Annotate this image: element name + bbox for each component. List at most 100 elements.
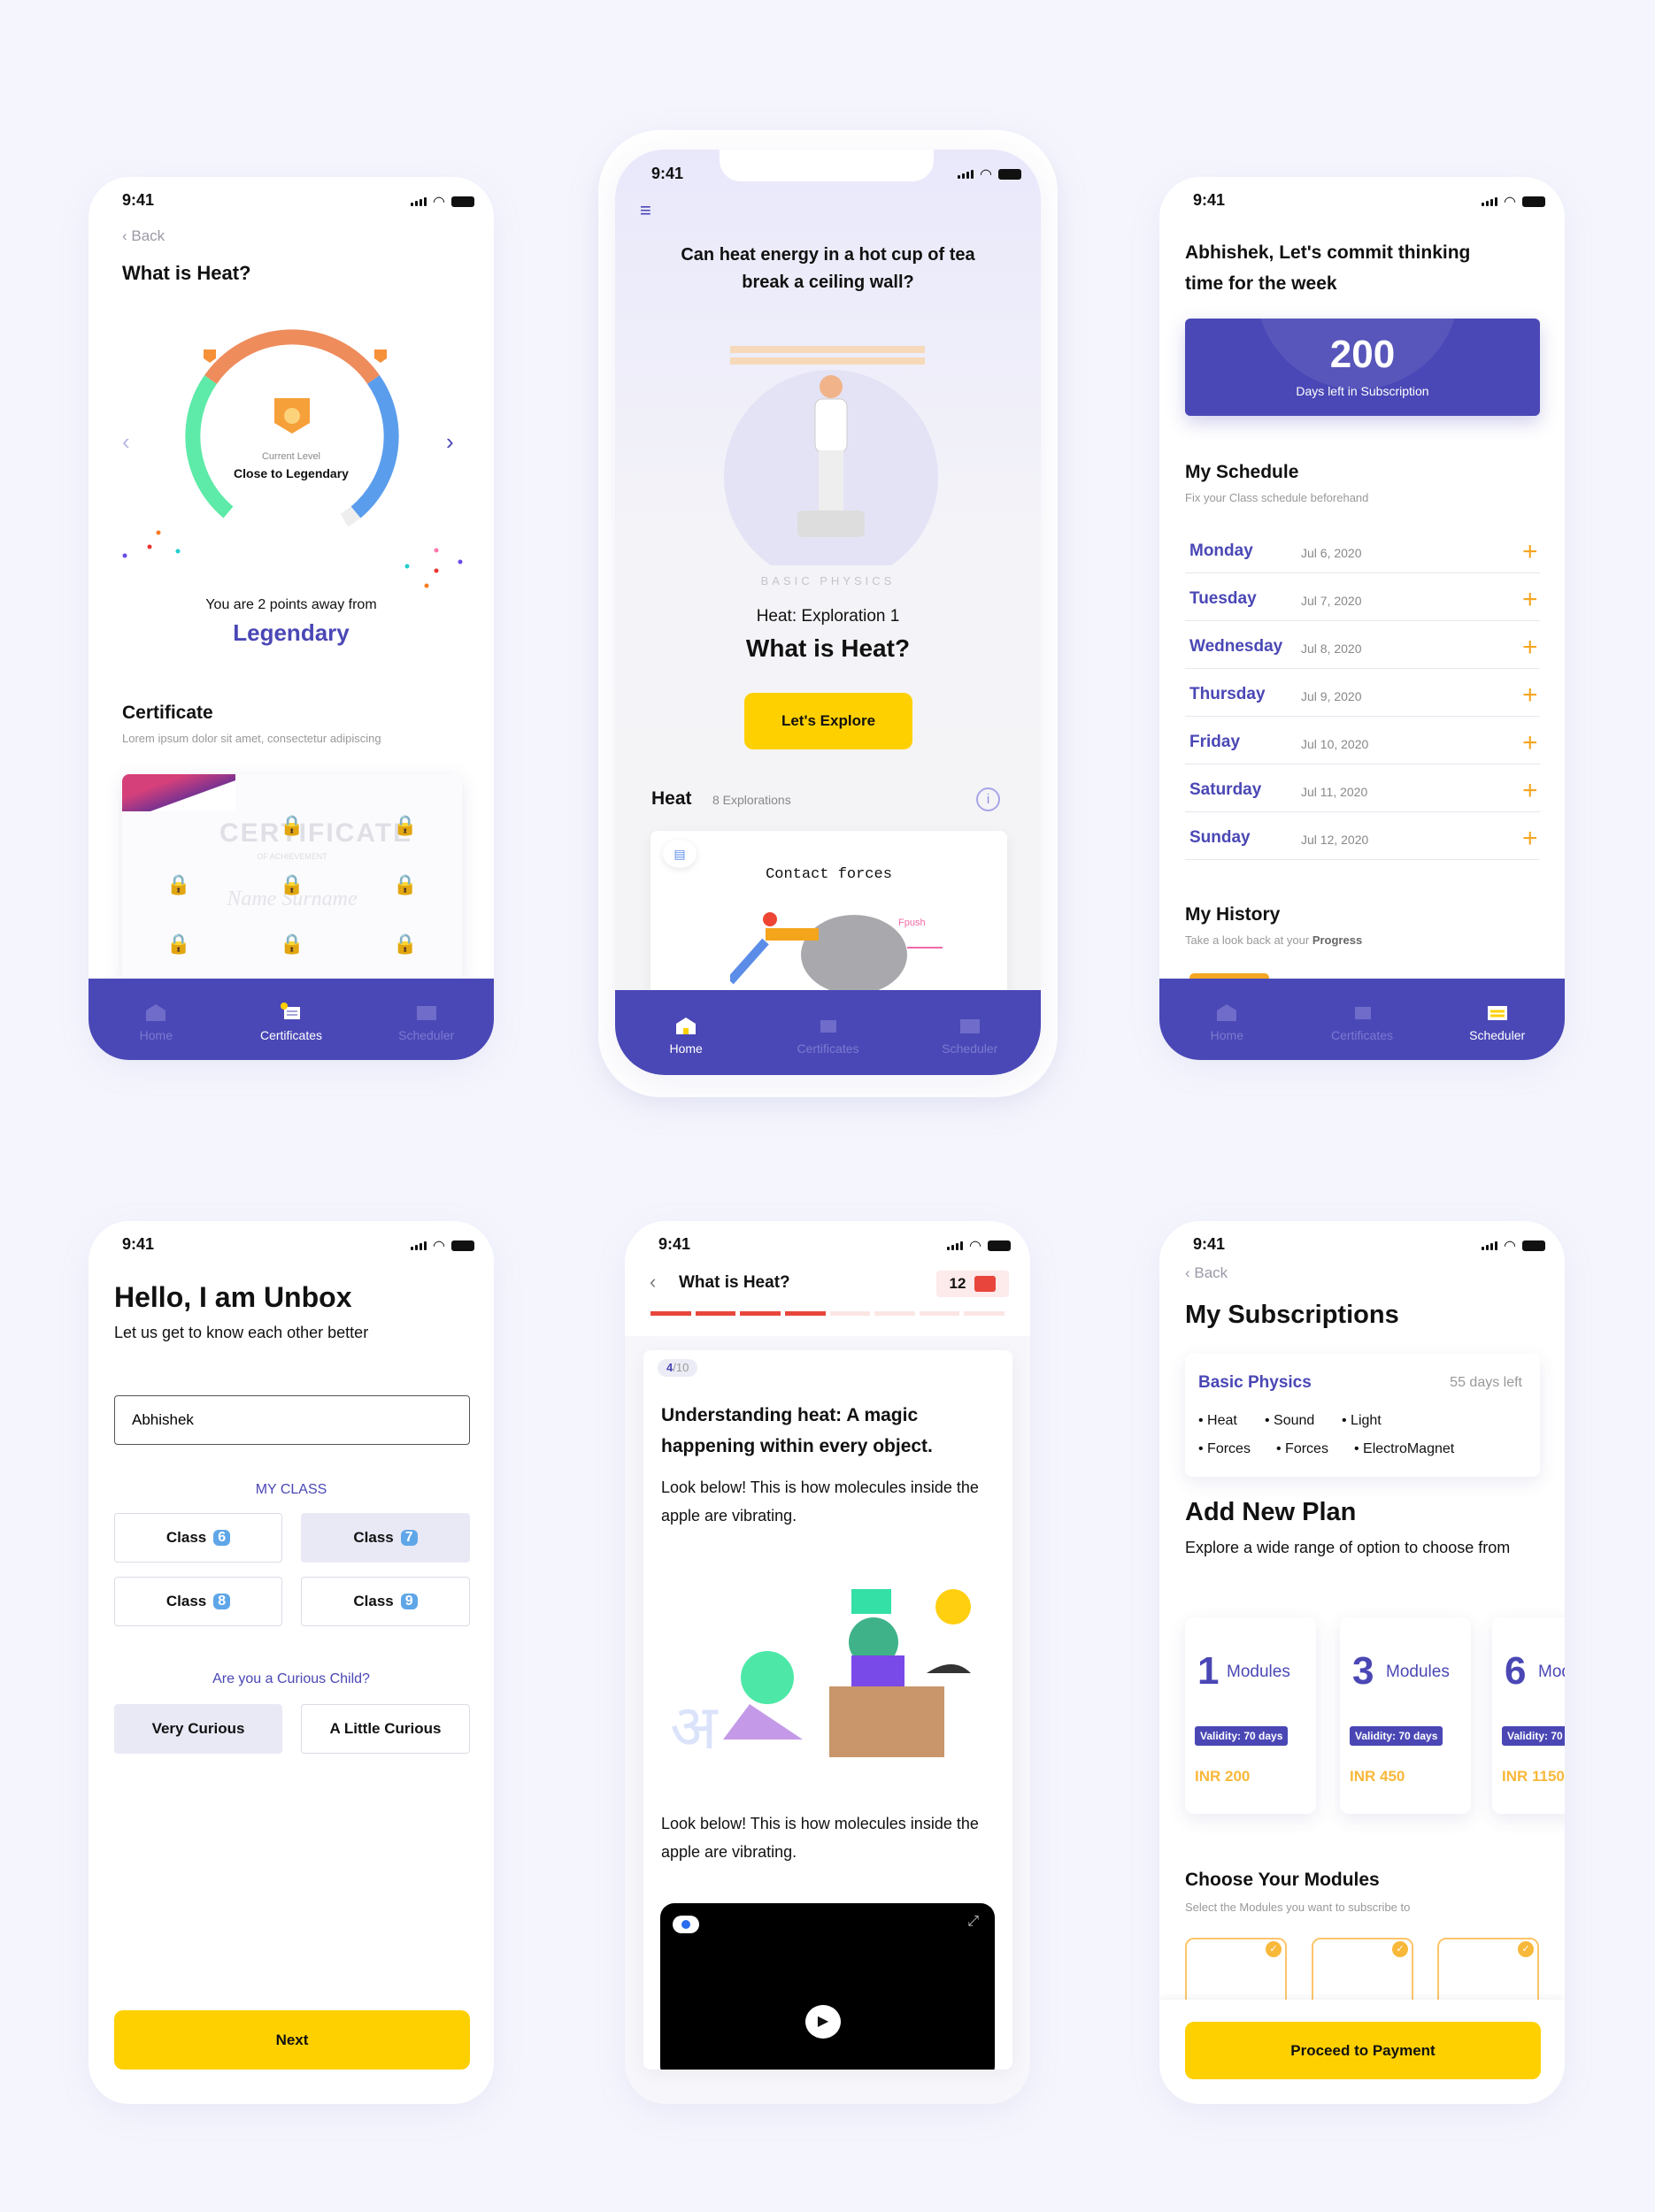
topic: • Heat: [1198, 1413, 1237, 1428]
tab-home[interactable]: Home: [624, 1015, 748, 1056]
plan-option[interactable]: 1 Modules Validity: 70 days INR 200: [1185, 1617, 1316, 1814]
record-toggle[interactable]: [673, 1916, 699, 1933]
day-name: Monday: [1189, 541, 1253, 560]
plan-option[interactable]: 6 Modules Validity: 70 days INR 1150: [1492, 1617, 1565, 1814]
exploration-label: Heat: Exploration 1: [756, 607, 900, 626]
module-tile[interactable]: ✓: [1312, 1938, 1413, 2008]
history-title: My History: [1185, 904, 1281, 925]
add-icon[interactable]: +: [1522, 634, 1538, 661]
proceed-to-payment-button[interactable]: Proceed to Payment: [1185, 2022, 1541, 2079]
topic: • ElectroMagnet: [1354, 1441, 1455, 1456]
certificate-icon: [1354, 1007, 1371, 1019]
tab-scheduler[interactable]: Scheduler: [908, 1015, 1032, 1056]
history-subtitle: Take a look back at your Progress: [1185, 933, 1363, 947]
next-button[interactable]: Next: [114, 2010, 470, 2070]
tab-certificates[interactable]: Certificates: [766, 1015, 889, 1056]
module-tile[interactable]: ✓: [1437, 1938, 1539, 2008]
plan-name: Basic Physics: [1198, 1373, 1312, 1392]
video-player[interactable]: ⤢ ▶: [660, 1903, 995, 2070]
wifi-icon: ◠: [1504, 195, 1516, 210]
status-time: 9:41: [651, 165, 684, 182]
tab-home[interactable]: Home: [94, 1002, 218, 1042]
battery-icon: [1522, 196, 1545, 207]
modules-title: Choose Your Modules: [1185, 1870, 1380, 1890]
day-date: Jul 6, 2020: [1301, 546, 1362, 560]
lock-icon: 🔒: [280, 932, 304, 955]
worksheet-icon: ▤: [663, 840, 697, 868]
next-level: Legendary: [233, 619, 350, 646]
plan-option[interactable]: 3 Modules Validity: 70 days INR 450: [1340, 1617, 1471, 1814]
home-screen: 9:41 ◠ ≡ Can heat energy in a hot cup of…: [615, 150, 1041, 1075]
progress-segment: [740, 1311, 781, 1316]
coins-badge[interactable]: 12: [936, 1271, 1009, 1297]
days-left-count: 200: [1329, 333, 1396, 376]
info-icon[interactable]: i: [976, 787, 1000, 811]
back-button[interactable]: ‹ Back: [1185, 1264, 1228, 1282]
progress-segment: [964, 1311, 1005, 1316]
plan-price: INR 1150: [1502, 1768, 1565, 1785]
tab-home[interactable]: Home: [1165, 1002, 1289, 1042]
wifi-icon: ◠: [1504, 1239, 1516, 1254]
plan-unit: Modules: [1538, 1663, 1565, 1681]
exploration-card[interactable]: ▤ Contact forces Fpush: [650, 831, 1007, 1008]
tab-label: Home: [669, 1041, 703, 1056]
tab-scheduler[interactable]: Scheduler: [365, 1002, 489, 1042]
fullscreen-icon[interactable]: ⤢: [967, 1914, 979, 1930]
gauge-arc-orange: [204, 329, 380, 384]
name-input[interactable]: [114, 1395, 470, 1445]
tab-bar: Home Certificates Scheduler: [89, 979, 494, 1060]
class-option-7[interactable]: Class 7: [301, 1513, 470, 1563]
class-option-6[interactable]: Class 6: [114, 1513, 282, 1563]
add-icon[interactable]: +: [1522, 539, 1538, 565]
tab-scheduler[interactable]: Scheduler: [1436, 1002, 1559, 1042]
explore-button[interactable]: Let's Explore: [744, 693, 912, 749]
menu-icon[interactable]: ≡: [640, 201, 661, 220]
tab-label: Certificates: [259, 1028, 322, 1042]
question-text: Can heat energy in a hot cup of tea brea…: [681, 245, 975, 292]
module-tile[interactable]: ✓: [1185, 1938, 1287, 2008]
day-name: Wednesday: [1189, 637, 1283, 656]
day-name: Friday: [1189, 733, 1241, 751]
tab-certificates[interactable]: Certificates: [1300, 1002, 1424, 1042]
lock-icon: 🔒: [393, 814, 418, 837]
status-icons: ◠: [1482, 193, 1545, 211]
play-icon[interactable]: ▶: [805, 2005, 841, 2039]
day-date: Jul 9, 2020: [1301, 689, 1362, 703]
tab-certificates[interactable]: Certificates: [229, 1002, 353, 1042]
very-curious-option[interactable]: Very Curious: [114, 1704, 282, 1754]
certificate-icon: [280, 1002, 300, 1019]
check-icon: ✓: [1518, 1941, 1534, 1957]
day-name: Tuesday: [1189, 589, 1257, 608]
gauge-arc-blue: [350, 375, 399, 518]
add-icon[interactable]: +: [1522, 730, 1538, 757]
status-time: 9:41: [1193, 1235, 1226, 1253]
lock-icon: 🔒: [166, 872, 191, 895]
certificate-card[interactable]: CERTIFICATE OF ACHIEVEMENT Name Surname …: [122, 774, 462, 987]
lock-grid: 🔒 🔒 🔒 🔒 🔒 🔒 🔒 🔒: [122, 796, 462, 973]
step-pill: 4/10: [658, 1359, 698, 1377]
back-icon[interactable]: ‹: [650, 1271, 656, 1294]
lesson-body-2: Look below! This is how molecules inside…: [661, 1815, 979, 1861]
card-title: Contact forces: [766, 866, 892, 883]
tab-label: Home: [139, 1028, 173, 1042]
plan-validity: Validity: 70 days: [1502, 1726, 1565, 1746]
home-icon: [676, 1018, 697, 1034]
day-date: Jul 11, 2020: [1301, 785, 1368, 799]
progress-segment: [784, 1311, 826, 1316]
gauge-arc-empty: [340, 506, 361, 527]
hero-illustration: [724, 346, 938, 565]
add-icon[interactable]: +: [1522, 778, 1538, 804]
day-name: Saturday: [1189, 780, 1262, 799]
notch: [720, 150, 934, 181]
add-icon[interactable]: +: [1522, 682, 1538, 709]
class-option-9[interactable]: Class 9: [301, 1577, 470, 1626]
current-plan-card[interactable]: Basic Physics 55 days left • Heat • Soun…: [1185, 1354, 1540, 1477]
little-curious-option[interactable]: A Little Curious: [301, 1704, 470, 1754]
add-icon[interactable]: +: [1522, 826, 1538, 852]
status-icons: ◠: [411, 1237, 474, 1255]
add-icon[interactable]: +: [1522, 587, 1538, 613]
class-option-8[interactable]: Class 8: [114, 1577, 282, 1626]
medal-small-icon: [204, 349, 216, 363]
curious-label: Are you a Curious Child?: [212, 1671, 370, 1686]
home-icon: [146, 1004, 166, 1021]
